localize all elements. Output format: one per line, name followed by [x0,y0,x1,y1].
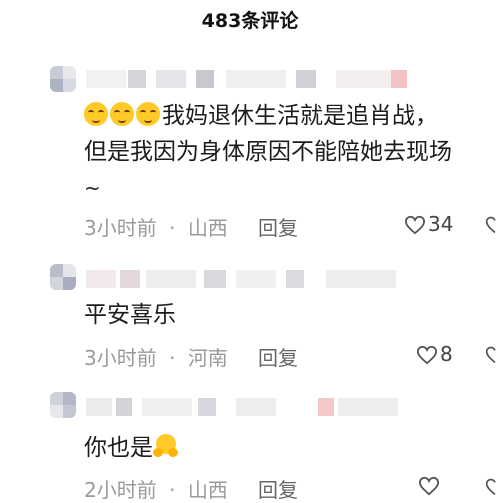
heart-outline-icon[interactable] [485,214,500,236]
meta-separator: · [169,478,176,502]
heart-outline-icon [404,215,426,235]
reply-button[interactable]: 回复 [258,212,298,241]
comment-location: 河南 [187,346,228,370]
avatar[interactable] [50,66,76,92]
username-blurred[interactable] [86,398,416,416]
smiling-face-emoji [136,102,160,126]
smiling-face-emoji [84,102,108,126]
comment-text-line: 我妈退休生活就是追肖战， [162,103,438,129]
like-count: 8 [440,342,453,366]
avatar[interactable] [50,392,76,418]
comment-location: 山西 [187,216,228,240]
comment-time: 3小时前 [84,216,157,240]
heart-outline-icon [416,345,438,365]
hugging-face-emoji [153,434,179,458]
comment-text: 你也是 [84,430,179,466]
page-title: 483条评论 [201,10,299,32]
comment-text-line: ~ [84,176,101,200]
heart-outline-icon[interactable] [485,344,500,366]
like-count: 34 [428,212,454,236]
smiling-face-emoji [110,102,134,126]
username-blurred[interactable] [86,70,416,88]
reply-button[interactable]: 回复 [258,342,298,371]
heart-outline-icon[interactable] [418,476,440,496]
comment-text: 我妈退休生活就是追肖战， [84,98,438,134]
comment-meta: 3小时前 · 河南 [84,342,228,371]
like-button[interactable]: 34 [404,212,453,236]
meta-separator: · [169,346,176,370]
like-button[interactable]: 8 [416,342,453,366]
comment-time: 3小时前 [84,346,157,370]
comment-text-line: 但是我因为身体原因不能陪她去现场 [84,139,452,165]
heart-outline-icon[interactable] [485,476,500,498]
avatar[interactable] [50,264,76,290]
comment-meta: 3小时前 · 山西 [84,212,228,241]
username-blurred[interactable] [86,270,416,288]
comment-text: 平安喜乐 [84,302,176,328]
meta-separator: · [169,216,176,240]
comment-text-line: 你也是 [84,435,153,461]
